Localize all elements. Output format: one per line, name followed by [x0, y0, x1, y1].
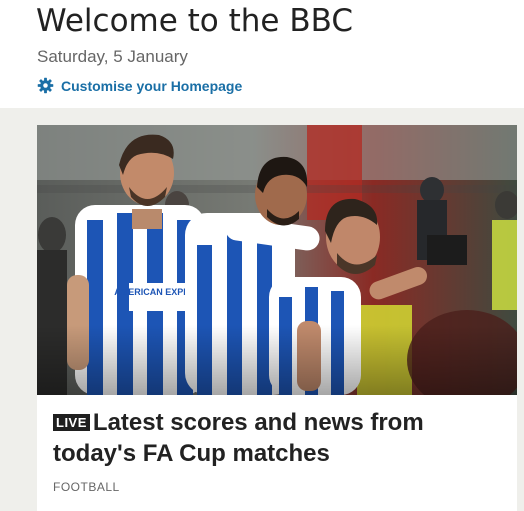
current-date: Saturday, 5 January [37, 47, 188, 66]
page-header: Welcome to the BBC Saturday, 5 January C… [0, 0, 524, 108]
gear-icon [37, 77, 54, 94]
bbc-homepage: Welcome to the BBC Saturday, 5 January C… [0, 0, 524, 511]
lead-story-category[interactable]: FOOTBALL [53, 480, 120, 494]
lead-story-headline[interactable]: LIVE Latest scores and news from today's … [53, 407, 508, 469]
lead-story-card[interactable]: AMERICAN EXPRESS LIVE Latest scores and … [37, 125, 517, 511]
page-title: Welcome to the BBC [36, 3, 353, 39]
lead-story-image[interactable]: AMERICAN EXPRESS [37, 125, 517, 395]
customise-homepage-link[interactable]: Customise your Homepage [37, 77, 242, 94]
customise-homepage-label: Customise your Homepage [61, 77, 243, 94]
live-badge: LIVE [53, 414, 90, 431]
lead-story-headline-text: Latest scores and news from today's FA C… [53, 409, 424, 467]
